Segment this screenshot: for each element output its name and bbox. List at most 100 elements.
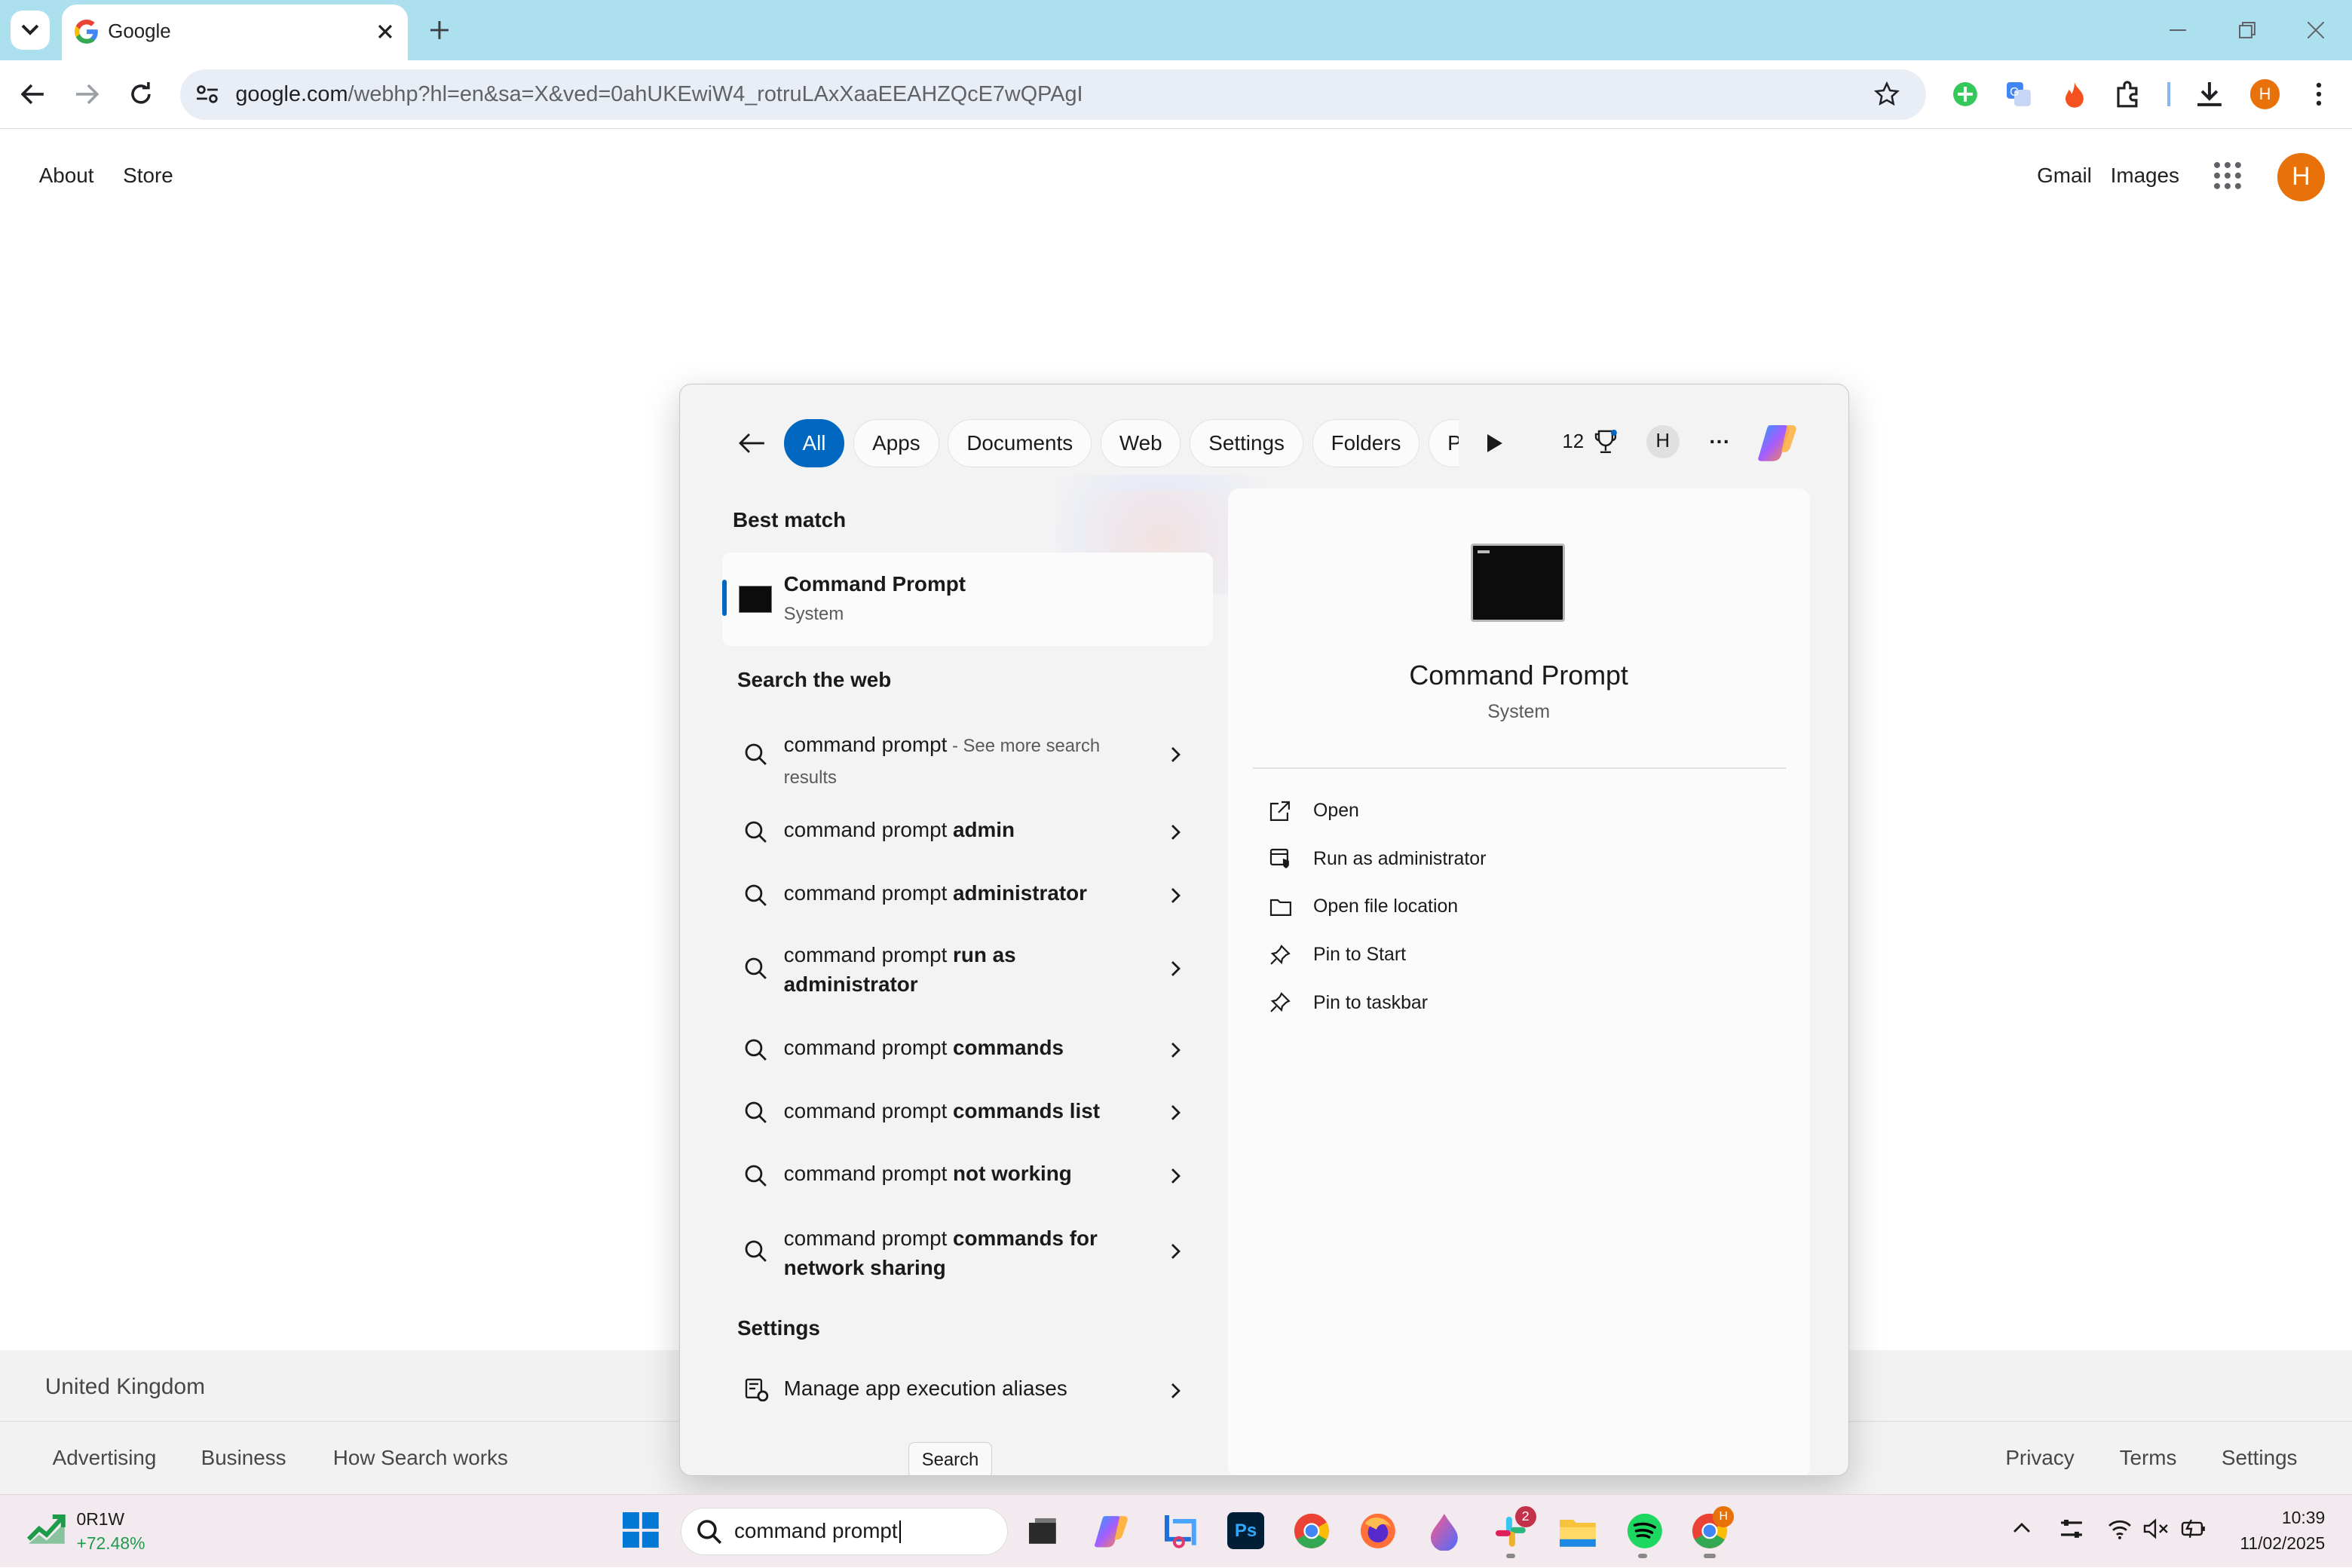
google-account-avatar[interactable]: H bbox=[2277, 152, 2326, 201]
best-match-item[interactable]: Command Prompt System bbox=[722, 553, 1213, 646]
web-result-commands[interactable]: command prompt commands bbox=[722, 1025, 1214, 1073]
tab-search-button[interactable] bbox=[10, 10, 50, 50]
action-open[interactable]: Open bbox=[1269, 798, 1359, 825]
restore-icon bbox=[2238, 21, 2256, 38]
panel-more-button[interactable]: ··· bbox=[1703, 425, 1736, 458]
arrow-left-icon bbox=[20, 84, 44, 105]
spotify-icon[interactable] bbox=[1626, 1512, 1664, 1550]
forward-button[interactable] bbox=[69, 76, 106, 112]
file-explorer-icon[interactable] bbox=[1558, 1515, 1597, 1548]
volume-muted-icon[interactable] bbox=[2143, 1518, 2169, 1539]
web-result-run-as-administrator[interactable]: command prompt run as administrator bbox=[722, 934, 1214, 1003]
about-link[interactable]: About bbox=[39, 164, 94, 188]
footer-link-business[interactable]: Business bbox=[201, 1446, 286, 1470]
panel-user-avatar[interactable]: H bbox=[1646, 425, 1680, 458]
filter-settings[interactable]: Settings bbox=[1190, 419, 1303, 467]
quick-settings-icon[interactable] bbox=[2060, 1518, 2084, 1539]
filter-apps[interactable]: Apps bbox=[853, 419, 939, 467]
stock-symbol: 0R1W bbox=[76, 1508, 125, 1529]
web-result-administrator[interactable]: command prompt administrator bbox=[722, 871, 1214, 919]
snipping-tool-icon[interactable] bbox=[1161, 1512, 1200, 1551]
clock-date[interactable]: 11/02/2025 bbox=[2220, 1533, 2325, 1554]
extension-green-icon[interactable] bbox=[1950, 79, 1980, 109]
footer-link-how-search-works[interactable]: How Search works bbox=[333, 1446, 508, 1470]
action-open-file-location[interactable]: Open file location bbox=[1269, 893, 1458, 920]
task-view-icon[interactable] bbox=[1026, 1515, 1059, 1548]
store-link[interactable]: Store bbox=[123, 164, 173, 188]
filter-pills: All Apps Documents Web Settings Folders … bbox=[783, 419, 1459, 467]
bookmark-star-button[interactable] bbox=[1872, 79, 1902, 109]
reload-button[interactable] bbox=[123, 76, 159, 112]
footer-link-advertising[interactable]: Advertising bbox=[53, 1446, 157, 1470]
restore-button[interactable] bbox=[2232, 15, 2262, 45]
download-icon bbox=[2197, 82, 2222, 107]
search-icon bbox=[745, 1102, 767, 1124]
footer-link-settings[interactable]: Settings bbox=[2222, 1446, 2298, 1470]
setting-manage-aliases[interactable]: Manage app execution aliases bbox=[722, 1366, 1214, 1414]
copilot-icon[interactable] bbox=[1754, 418, 1805, 469]
window-close-button[interactable] bbox=[2301, 15, 2331, 45]
chevron-down-icon bbox=[21, 24, 39, 35]
tab-close-button[interactable] bbox=[372, 18, 399, 45]
filter-folders[interactable]: Folders bbox=[1312, 419, 1420, 467]
chevron-right-icon bbox=[1171, 887, 1181, 903]
new-tab-button[interactable] bbox=[424, 15, 455, 45]
clock-time[interactable]: 10:39 bbox=[2220, 1508, 2325, 1528]
browser-drop-icon[interactable] bbox=[1426, 1512, 1462, 1551]
google-apps-button[interactable] bbox=[2208, 156, 2247, 195]
show-hidden-icons-button[interactable] bbox=[2013, 1521, 2031, 1533]
web-result-see-more[interactable]: command prompt - See more search results bbox=[722, 721, 1214, 790]
fire-extension-icon[interactable] bbox=[2060, 79, 2090, 109]
web-result-admin[interactable]: command prompt admin bbox=[722, 807, 1214, 856]
browser-menu-button[interactable] bbox=[2304, 79, 2334, 109]
address-bar[interactable]: google.com/webhp?hl=en&sa=X&ved=0ahUKEwi… bbox=[179, 69, 1926, 121]
battery-charging-icon[interactable] bbox=[2179, 1518, 2207, 1539]
action-run-as-administrator[interactable]: Run as administrator bbox=[1269, 845, 1486, 872]
filter-documents[interactable]: Documents bbox=[948, 419, 1092, 467]
chrome-icon[interactable] bbox=[1293, 1512, 1331, 1550]
filter-all[interactable]: All bbox=[783, 419, 845, 467]
copilot-taskbar-icon[interactable] bbox=[1094, 1512, 1133, 1551]
web-result-commands-list[interactable]: command prompt commands list bbox=[722, 1089, 1214, 1137]
wifi-icon[interactable] bbox=[2108, 1518, 2132, 1539]
stock-widget-icon[interactable] bbox=[26, 1512, 66, 1545]
footer-link-privacy[interactable]: Privacy bbox=[2005, 1446, 2074, 1470]
taskbar-search-box[interactable]: command prompt bbox=[681, 1507, 1009, 1556]
gmail-link[interactable]: Gmail bbox=[2037, 164, 2092, 188]
search-icon bbox=[745, 958, 767, 980]
filter-web[interactable]: Web bbox=[1100, 419, 1181, 467]
plus-icon bbox=[430, 20, 449, 39]
spotify-running-indicator bbox=[1637, 1554, 1647, 1559]
downloads-button[interactable] bbox=[2193, 79, 2226, 109]
browser-tab[interactable]: Google bbox=[61, 4, 409, 60]
more-filters-button[interactable] bbox=[1480, 428, 1510, 458]
photoshop-icon[interactable]: Ps bbox=[1227, 1511, 1265, 1550]
chevron-right-icon bbox=[1171, 825, 1181, 841]
panel-back-button[interactable] bbox=[734, 425, 770, 461]
best-match-title: Command Prompt bbox=[783, 572, 966, 596]
footer-link-terms[interactable]: Terms bbox=[2120, 1446, 2177, 1470]
tab-title: Google bbox=[108, 20, 171, 42]
chevron-right-icon bbox=[1171, 1168, 1181, 1184]
minimize-button[interactable] bbox=[2163, 15, 2193, 45]
folder-icon bbox=[1270, 899, 1292, 916]
windows-start-button[interactable] bbox=[622, 1511, 659, 1548]
detail-divider bbox=[1253, 767, 1786, 769]
action-pin-to-taskbar[interactable]: Pin to taskbar bbox=[1269, 989, 1428, 1016]
rewards-trophy-icon[interactable] bbox=[1592, 428, 1619, 455]
firefox-icon[interactable] bbox=[1359, 1512, 1397, 1550]
slack-running-indicator bbox=[1505, 1554, 1515, 1559]
filter-photos[interactable]: Pho bbox=[1429, 419, 1459, 467]
arrow-left-icon bbox=[738, 433, 764, 453]
back-button[interactable] bbox=[15, 76, 51, 112]
search-icon bbox=[745, 1165, 767, 1187]
close-icon bbox=[378, 24, 393, 38]
site-info-icon[interactable] bbox=[189, 76, 225, 112]
action-pin-to-start[interactable]: Pin to Start bbox=[1269, 942, 1406, 969]
taskbar-search-text: command prompt bbox=[734, 1519, 901, 1544]
extensions-puzzle-icon[interactable] bbox=[2114, 79, 2144, 109]
images-link[interactable]: Images bbox=[2111, 164, 2179, 188]
web-result-not-working[interactable]: command prompt not working bbox=[722, 1151, 1214, 1199]
translate-extension-icon[interactable]: G bbox=[2004, 79, 2034, 109]
web-result-network-sharing[interactable]: command prompt commands for network shari… bbox=[722, 1216, 1214, 1285]
